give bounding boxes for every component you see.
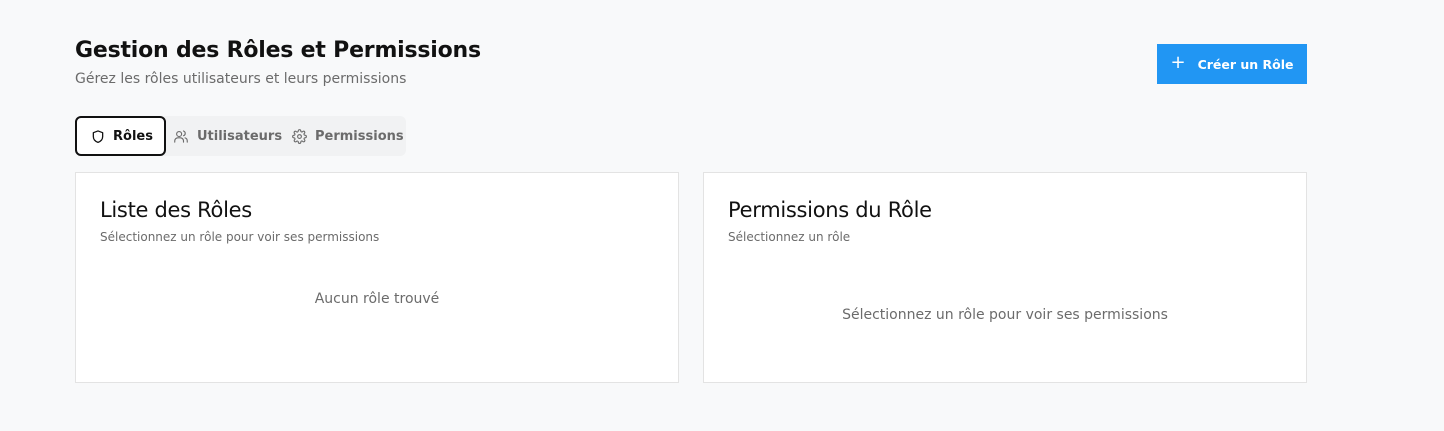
roles-empty-state: Aucun rôle trouvé	[314, 291, 440, 307]
permissions-empty-state: Sélectionnez un rôle pour voir ses permi…	[842, 307, 1168, 323]
plus-icon: +	[1170, 52, 1186, 73]
roles-card-subtitle: Sélectionnez un rôle pour voir ses permi…	[100, 230, 380, 244]
tab-permissions[interactable]: Permissions	[292, 116, 404, 156]
page-title: Gestion des Rôles et Permissions	[75, 38, 481, 63]
page-subtitle: Gérez les rôles utilisateurs et leurs pe…	[75, 71, 407, 87]
permissions-card-subtitle: Sélectionnez un rôle	[728, 230, 851, 244]
tab-users-label: Utilisateurs	[197, 128, 283, 144]
create-role-button[interactable]: + Créer un Rôle	[1157, 44, 1307, 84]
gear-icon	[292, 128, 307, 144]
tab-roles[interactable]: Rôles	[75, 116, 166, 156]
tab-list: Rôles Utilisateurs Permissions	[75, 116, 406, 156]
users-icon	[173, 129, 189, 144]
roles-list-card: Liste des Rôles Sélectionnez un rôle pou…	[75, 172, 679, 383]
roles-card-title: Liste des Rôles	[100, 198, 252, 222]
permissions-card-title: Permissions du Rôle	[728, 198, 932, 222]
role-permissions-card: Permissions du Rôle Sélectionnez un rôle…	[703, 172, 1307, 383]
tab-permissions-label: Permissions	[315, 128, 404, 144]
tab-roles-label: Rôles	[113, 128, 153, 144]
tab-users[interactable]: Utilisateurs	[173, 116, 282, 156]
create-role-button-label: Créer un Rôle	[1197, 56, 1294, 72]
shield-icon	[91, 129, 105, 144]
